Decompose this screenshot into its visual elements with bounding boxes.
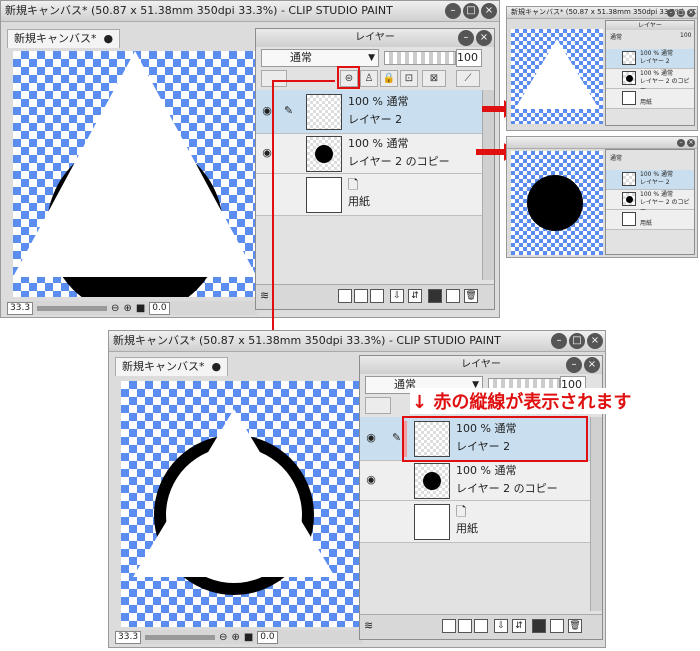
mini-layer-name: レイヤー 2 xyxy=(640,58,670,65)
mini-window-controls: – × xyxy=(677,139,695,147)
mini-artwork xyxy=(527,175,583,231)
mini-layer-row: 用紙 xyxy=(606,89,694,109)
mini-layer-row: 100 % 通常 レイヤー 2 のコピー xyxy=(606,69,694,93)
merge-down-icon[interactable]: ⇩ xyxy=(494,619,508,633)
mini-blend-mode: 通常 xyxy=(610,34,623,41)
window-title: 新規キャンバス* (50.87 x 51.38mm 350dpi 33.3%) … xyxy=(109,331,605,352)
delete-layer-icon[interactable]: 🗑 xyxy=(568,619,582,633)
mini-layer-thumbnail xyxy=(622,172,636,186)
new-raster-layer-icon[interactable] xyxy=(442,619,456,633)
zoom-slider[interactable] xyxy=(145,634,216,640)
layer-row[interactable]: ◉ 100 % 通常 レイヤー 2 のコピー xyxy=(360,461,590,501)
eye-icon[interactable]: ◉ xyxy=(362,431,380,444)
close-button[interactable]: × xyxy=(687,9,695,17)
tab-close-icon[interactable]: ● xyxy=(208,360,221,373)
angle-value[interactable]: 0.0 xyxy=(257,630,278,644)
mini-panel-title: レイヤー xyxy=(606,21,694,30)
layer-opacity-mode: 100 % 通常 xyxy=(456,464,517,477)
mini-canvas xyxy=(511,151,603,255)
mini-layer-name: 用紙 xyxy=(640,99,653,106)
black-circle xyxy=(527,175,583,231)
mini-layer-row: 100 % 通常 レイヤー 2 xyxy=(606,170,694,190)
status-bar: 33.3 ⊖ ⊕ ■ 0.0 xyxy=(115,630,363,644)
panel-controls: – × xyxy=(566,357,600,373)
transfer-icon[interactable]: ⇵ xyxy=(512,619,526,633)
new-folder-icon[interactable] xyxy=(474,619,488,633)
mask-create-icon[interactable] xyxy=(532,619,546,633)
mini-window-controls: – □ × xyxy=(667,9,695,17)
fit-icon[interactable]: ■ xyxy=(244,632,253,643)
mini-layer-panel: レイヤー 通常 100 100 % 通常 レイヤー 2 100 % 通常 レイヤ… xyxy=(605,20,695,126)
mini-layer-thumbnail xyxy=(622,192,636,206)
close-button[interactable]: × xyxy=(587,333,603,349)
mini-layer-info: 100 % 通常 xyxy=(640,50,673,57)
panel-minimize-button[interactable]: – xyxy=(566,357,582,373)
layer-menu-icon[interactable]: ≋ xyxy=(364,619,373,632)
mini-layer-thumbnail xyxy=(622,71,636,85)
highlight-selected-layer xyxy=(402,416,588,462)
window-controls: – □ × xyxy=(551,333,603,349)
canvas-tab-label: 新規キャンバス* xyxy=(122,360,205,373)
zoom-out-icon[interactable]: ⊖ xyxy=(219,632,227,643)
mini-layer-row: 100 % 通常 レイヤー 2 のコピー xyxy=(606,190,694,214)
mini-layer-name: レイヤー 2 xyxy=(640,179,670,186)
mini-layer-info: 100 % 通常 xyxy=(640,70,673,77)
mini-window-1: 新規キャンバス* (50.87 x 51.38mm 350dpi 33.3%) … xyxy=(506,6,698,131)
mini-layer-name: 用紙 xyxy=(640,220,653,227)
layer-scrollbar[interactable] xyxy=(590,417,602,611)
layer-thumbnail xyxy=(414,504,450,540)
drawing-canvas[interactable] xyxy=(121,381,359,627)
layer-thumbnail xyxy=(414,463,450,499)
mini-layer-text: 100 % 通常 レイヤー 2 xyxy=(640,171,673,187)
mini-layer-info: 100 % 通常 xyxy=(640,171,673,178)
zoom-in-icon[interactable]: ⊕ xyxy=(231,632,239,643)
layer-name: レイヤー 2 のコピー xyxy=(456,482,558,495)
mini-layer-panel: 通常 100 % 通常 レイヤー 2 100 % 通常 レイヤー 2 のコピー … xyxy=(605,149,695,255)
new-vector-layer-icon[interactable] xyxy=(458,619,472,633)
layer-toolbar: ≋ ⇩ ⇵ 🗑 xyxy=(360,614,602,639)
canvas-artwork xyxy=(133,409,335,595)
mini-layer-row: 用紙 xyxy=(606,210,694,230)
pen-icon: ✎ xyxy=(392,431,402,444)
mini-canvas xyxy=(511,29,603,124)
apply-mask-icon[interactable] xyxy=(550,619,564,633)
minimize-button[interactable]: – xyxy=(667,9,675,17)
white-intersection xyxy=(166,447,302,583)
mini-layer-text: 100 % 通常 レイヤー 2 xyxy=(640,50,673,66)
arrow-shaft xyxy=(476,149,504,155)
color-swatch-button[interactable] xyxy=(365,397,391,414)
arrow-shaft xyxy=(482,106,504,112)
eye-icon[interactable]: ◉ xyxy=(362,473,380,486)
minimize-button[interactable]: – xyxy=(677,139,685,147)
layer-row[interactable]: 🗋 用紙 xyxy=(360,501,590,543)
annotation-text: ↓ 赤の縦線が表示されます xyxy=(410,388,634,414)
canvas-window-bottom: 新規キャンバス* (50.87 x 51.38mm 350dpi 33.3%) … xyxy=(108,330,606,648)
maximize-button[interactable]: □ xyxy=(569,333,585,349)
canvas-tab[interactable]: 新規キャンバス* ● xyxy=(115,357,229,376)
zoom-value[interactable]: 33.3 xyxy=(115,630,142,644)
mini-artwork xyxy=(515,39,599,109)
close-button[interactable]: × xyxy=(687,139,695,147)
panel-close-button[interactable]: × xyxy=(584,357,600,373)
mini-window-2: – × 通常 100 % 通常 レイヤー 2 100 % 通常 レイヤー 2 の… xyxy=(506,136,698,258)
maximize-button[interactable]: □ xyxy=(677,9,685,17)
mini-opacity: 100 xyxy=(680,32,692,39)
layer-name: 用紙 xyxy=(456,522,478,535)
mini-window-title xyxy=(507,137,697,149)
mini-layer-thumbnail xyxy=(622,51,636,65)
mini-layer-thumbnail xyxy=(622,212,636,226)
mini-blend-mode: 通常 xyxy=(610,155,623,162)
mini-layer-thumbnail xyxy=(622,91,636,105)
mini-layer-row: 100 % 通常 レイヤー 2 xyxy=(606,49,694,69)
mini-layer-info: 100 % 通常 xyxy=(640,191,673,198)
white-triangle xyxy=(515,39,599,109)
minimize-button[interactable]: – xyxy=(551,333,567,349)
